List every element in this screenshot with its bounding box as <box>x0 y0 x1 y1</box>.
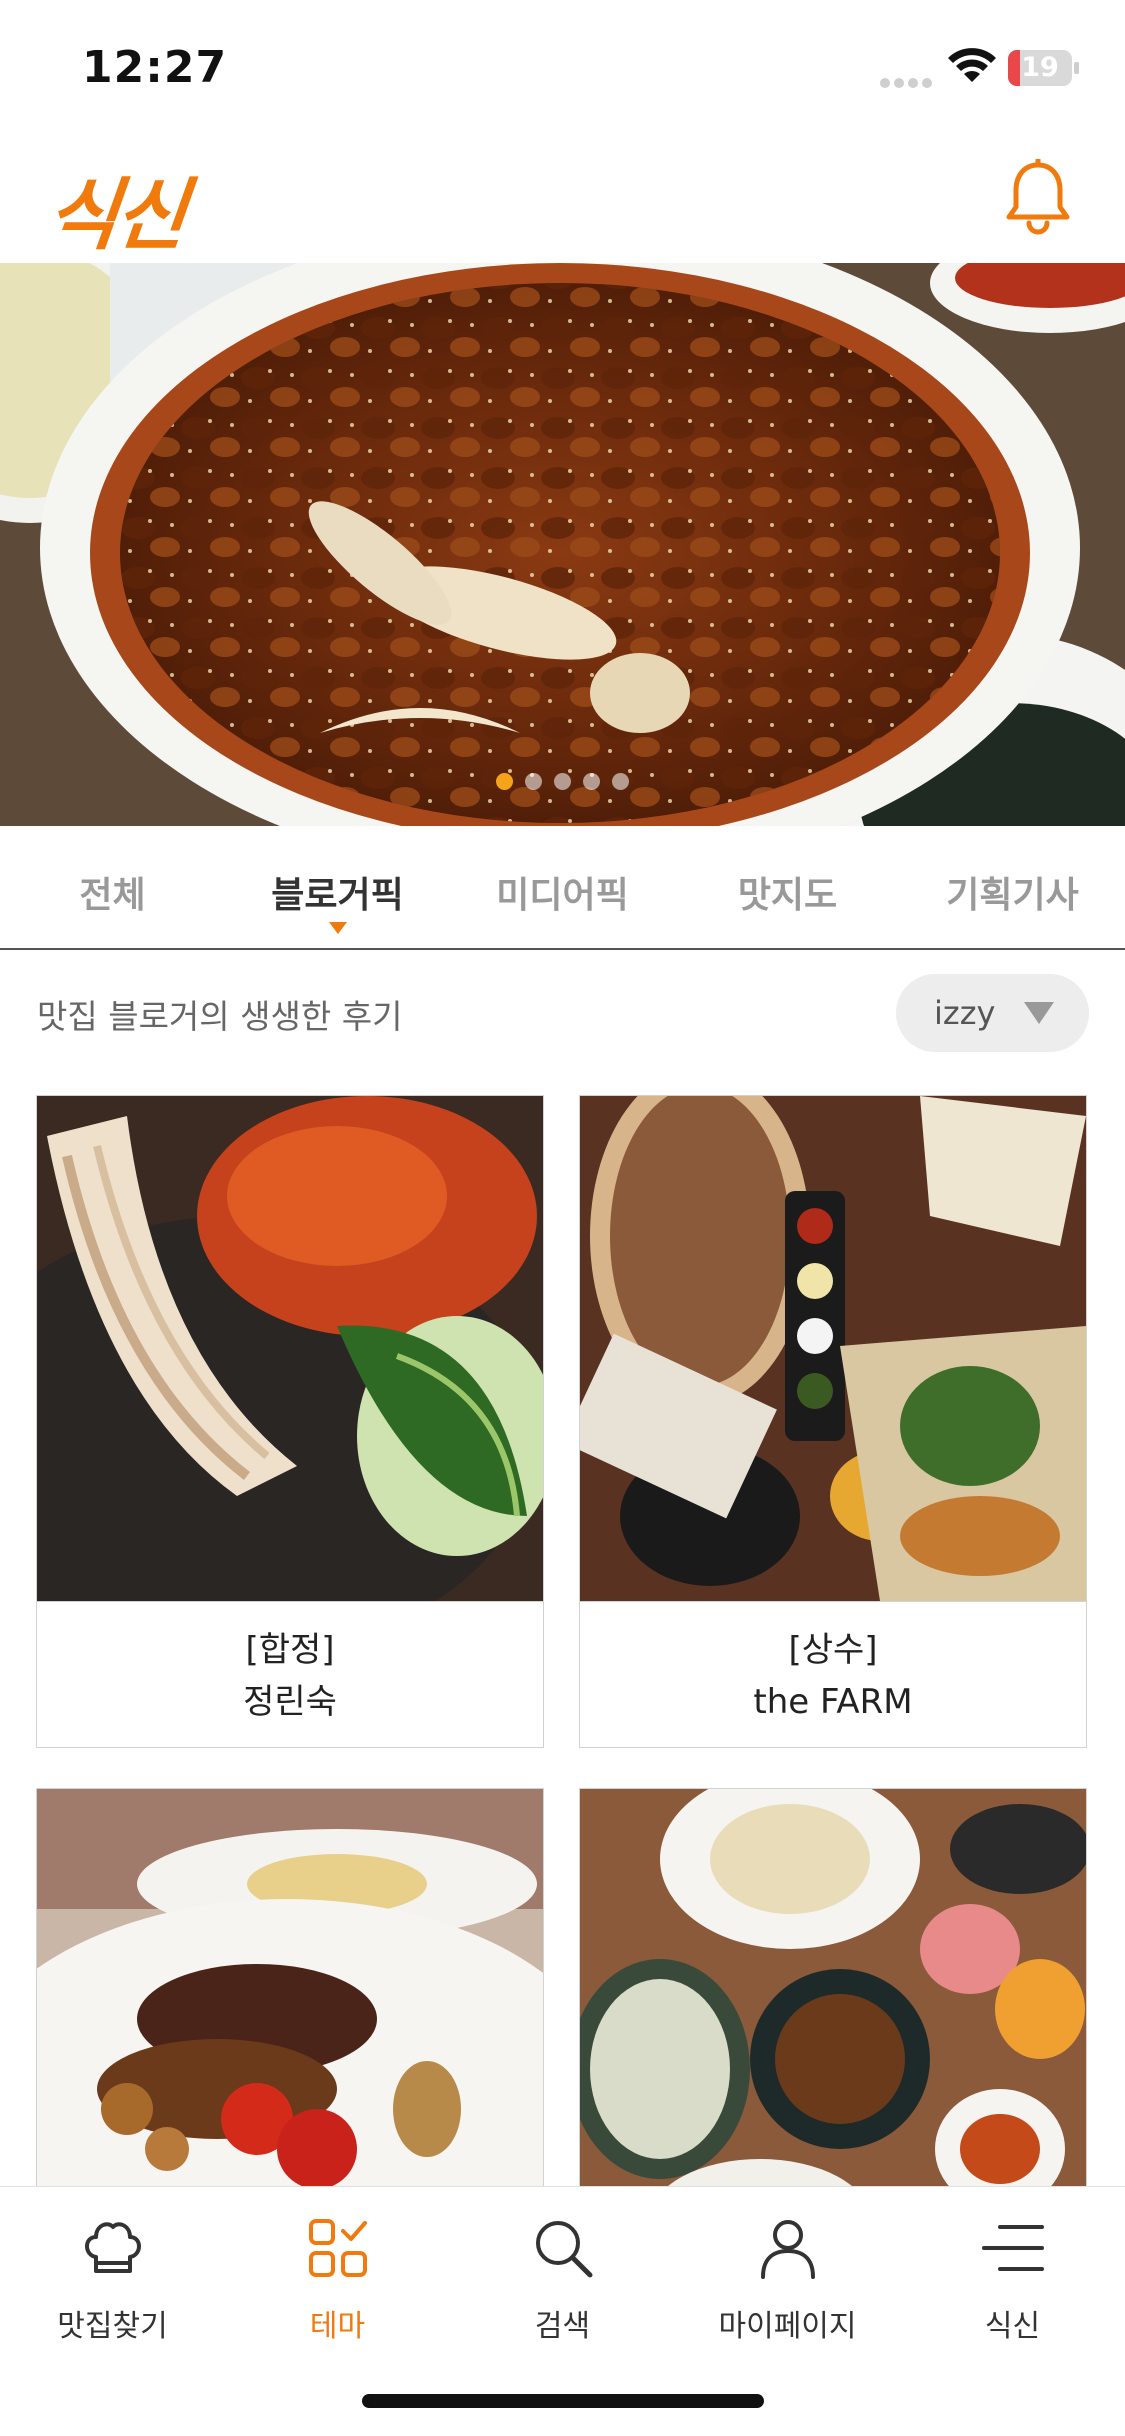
pagination-dot[interactable] <box>583 773 600 790</box>
battery-level: 19 <box>1021 52 1059 83</box>
blogger-filter-value: izzy <box>934 994 996 1032</box>
hero-food-image <box>0 263 1125 826</box>
pagination-dot[interactable] <box>612 773 629 790</box>
nav-search[interactable]: 검색 <box>450 2213 675 2344</box>
dropdown-arrow-icon <box>1024 1002 1054 1024</box>
nav-theme[interactable]: 테마 <box>225 2213 450 2344</box>
restaurant-card[interactable]: [상수] the FARM <box>579 1095 1087 1748</box>
pagination-dot[interactable] <box>525 773 542 790</box>
hero-banner[interactable] <box>0 263 1125 826</box>
chef-hat-icon <box>84 2222 141 2273</box>
nav-label: 마이페이지 <box>718 2309 857 2344</box>
home-indicator[interactable] <box>362 2394 764 2408</box>
pagination-dot[interactable] <box>554 773 571 790</box>
app-logo[interactable]: 식신 <box>42 153 189 265</box>
hero-pagination <box>0 773 1125 794</box>
nav-find-restaurants[interactable]: 맛집찾기 <box>0 2213 225 2344</box>
nav-label: 맛집찾기 <box>57 2309 168 2344</box>
category-tabs: 전체 블로거픽 미디어픽 맛지도 기획기사 <box>0 826 1125 950</box>
active-tab-indicator <box>328 922 347 934</box>
restaurant-caption: [합정] 정린숙 <box>37 1601 543 1747</box>
restaurant-region: [합정] <box>245 1630 335 1670</box>
pagination-dot[interactable] <box>496 773 513 790</box>
tab-label: 미디어픽 <box>496 875 629 916</box>
tab-label: 블로거픽 <box>271 875 404 916</box>
restaurant-photo <box>37 1096 543 1601</box>
blogger-filter-dropdown[interactable]: izzy <box>896 974 1089 1052</box>
battery-icon: 19 <box>1008 50 1072 86</box>
search-icon <box>535 2221 592 2278</box>
section-subheader: 맛집 블로거의 생생한 후기 izzy <box>0 952 1125 1070</box>
restaurant-photo <box>37 1789 543 2188</box>
cellular-signal-icon <box>880 73 936 92</box>
section-subtitle: 맛집 블로거의 생생한 후기 <box>37 997 403 1036</box>
bell-icon[interactable] <box>1004 159 1072 235</box>
restaurant-region: [상수] <box>788 1630 878 1670</box>
app-header: 식신 <box>0 135 1125 263</box>
tab-all[interactable]: 전체 <box>0 826 225 948</box>
restaurant-card[interactable] <box>36 1788 544 2188</box>
tab-feature-articles[interactable]: 기획기사 <box>900 826 1125 948</box>
restaurant-photo <box>580 1096 1086 1601</box>
tab-blogger-pick[interactable]: 블로거픽 <box>225 826 450 948</box>
restaurant-name: 정린숙 <box>243 1682 337 1722</box>
nav-my-page[interactable]: 마이페이지 <box>675 2213 900 2344</box>
restaurant-card[interactable]: [합정] 정린숙 <box>36 1095 544 1748</box>
person-icon <box>760 2220 815 2279</box>
status-time: 12:27 <box>82 42 228 93</box>
battery-cap <box>1074 62 1079 74</box>
theme-grid-icon <box>308 2219 367 2277</box>
menu-icon <box>981 2225 1044 2271</box>
wifi-icon <box>948 48 996 82</box>
restaurant-card[interactable] <box>579 1788 1087 2188</box>
tab-media-pick[interactable]: 미디어픽 <box>450 826 675 948</box>
tab-label: 맛지도 <box>737 875 838 916</box>
tab-label: 전체 <box>79 875 146 916</box>
tab-label: 기획기사 <box>946 875 1079 916</box>
tab-food-map[interactable]: 맛지도 <box>675 826 900 948</box>
restaurant-caption: [상수] the FARM <box>580 1601 1086 1747</box>
nav-label: 검색 <box>534 2309 591 2344</box>
status-bar: 12:27 19 <box>0 0 1125 135</box>
nav-label: 식신 <box>984 2309 1041 2344</box>
restaurant-name: the FARM <box>753 1682 913 1722</box>
nav-siksin-menu[interactable]: 식신 <box>900 2213 1125 2344</box>
restaurant-photo <box>580 1789 1086 2188</box>
nav-label: 테마 <box>309 2309 366 2344</box>
